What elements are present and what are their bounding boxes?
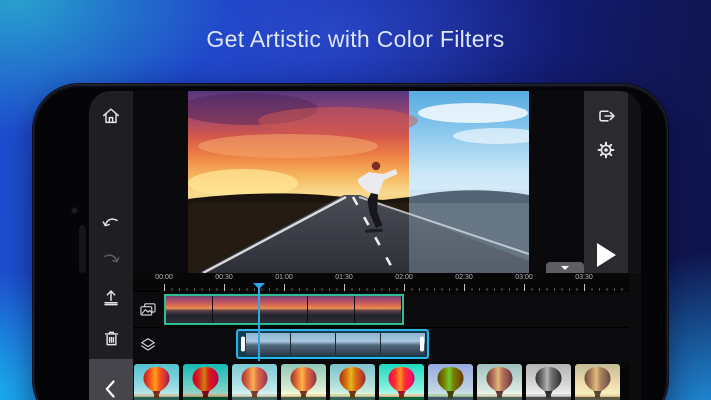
playhead-line[interactable] bbox=[258, 287, 260, 361]
ruler-timestamp: 00:30 bbox=[215, 274, 233, 281]
filter-item-matte[interactable]: Matte bbox=[428, 364, 473, 400]
gear-icon bbox=[594, 138, 618, 162]
banner-title: Get Artistic with Color Filters bbox=[0, 26, 711, 53]
effect-track-row bbox=[133, 327, 629, 362]
redo-icon bbox=[100, 249, 122, 271]
video-preview-area bbox=[133, 91, 584, 273]
filter-clip-thumbnail bbox=[291, 333, 336, 355]
right-gap bbox=[628, 91, 641, 273]
redo-button[interactable] bbox=[89, 243, 133, 277]
editor-app-screen: 00:00 00:30 01:00 01:30 02:00 02:30 03:00 03:30 bbox=[89, 91, 641, 400]
ruler-timestamp: 00:00 bbox=[155, 274, 173, 281]
undo-button[interactable] bbox=[89, 207, 133, 241]
video-preview-frame[interactable] bbox=[188, 91, 529, 273]
front-camera-icon bbox=[71, 207, 78, 214]
filter-item-coffee[interactable]: Coffee bbox=[281, 364, 326, 400]
media-track-icon bbox=[135, 292, 161, 328]
filter-item-modern[interactable]: Modern bbox=[379, 364, 424, 400]
delete-button[interactable] bbox=[89, 321, 133, 355]
speaker-slot bbox=[79, 225, 86, 273]
filter-clip-selected[interactable] bbox=[236, 329, 429, 359]
ruler-timestamp: 03:00 bbox=[515, 274, 533, 281]
trim-handle-right[interactable] bbox=[420, 337, 424, 352]
filter-item-crescent[interactable]: Crescent bbox=[134, 364, 179, 400]
produce-button[interactable] bbox=[584, 99, 628, 133]
filter-thumbnail bbox=[428, 364, 473, 400]
ruler-timestamp: 01:00 bbox=[275, 274, 293, 281]
filter-item-memory[interactable]: Memory bbox=[477, 364, 522, 400]
ruler-timestamp: 03:30 bbox=[575, 274, 593, 281]
filter-thumbnail bbox=[281, 364, 326, 400]
settings-button[interactable] bbox=[584, 133, 628, 167]
filter-thumbnail bbox=[134, 364, 179, 400]
upload-icon bbox=[100, 287, 122, 309]
filter-item-nostalgia[interactable]: Nostalgia bbox=[330, 364, 375, 400]
filter-clip-thumbnail bbox=[336, 333, 381, 355]
upload-button[interactable] bbox=[89, 281, 133, 315]
chevron-down-icon bbox=[561, 266, 569, 270]
layers-icon bbox=[135, 328, 161, 362]
video-clip-thumbnail bbox=[213, 296, 260, 323]
video-clip-thumbnail bbox=[260, 296, 307, 323]
undo-icon bbox=[100, 213, 122, 235]
video-clip-thumbnail bbox=[166, 296, 213, 323]
left-toolbar bbox=[89, 91, 133, 400]
filter-thumbnail bbox=[575, 364, 620, 400]
home-button[interactable] bbox=[89, 99, 133, 133]
video-track-row bbox=[133, 291, 629, 328]
filter-strip: Crescent Bloom Hippie Coffee bbox=[133, 363, 629, 400]
promo-banner: Get Artistic with Color Filters bbox=[0, 0, 711, 400]
filter-thumbnail bbox=[379, 364, 424, 400]
skater-preview-image bbox=[188, 91, 529, 273]
filter-clip-thumbnail bbox=[246, 333, 291, 355]
trash-icon bbox=[101, 328, 122, 349]
ruler-ticks bbox=[133, 284, 629, 291]
filter-thumbnail bbox=[330, 364, 375, 400]
home-icon bbox=[100, 105, 122, 127]
phone-mockup: 00:00 00:30 01:00 01:30 02:00 02:30 03:00 03:30 bbox=[33, 84, 668, 400]
ruler-timestamp: 01:30 bbox=[335, 274, 353, 281]
back-button[interactable] bbox=[89, 359, 133, 400]
filter-thumbnail bbox=[183, 364, 228, 400]
play-button[interactable] bbox=[597, 243, 616, 267]
export-icon bbox=[595, 105, 618, 128]
filter-item-ochre[interactable]: Ochre bbox=[575, 364, 620, 400]
video-clip-thumbnail bbox=[355, 296, 402, 323]
filter-item-hippie[interactable]: Hippie bbox=[232, 364, 277, 400]
ruler-timestamp: 02:00 bbox=[395, 274, 413, 281]
video-clip-thumbnail bbox=[308, 296, 355, 323]
filter-thumbnail bbox=[477, 364, 522, 400]
filter-clip-thumbnails bbox=[246, 333, 426, 355]
timeline-collapse-button[interactable] bbox=[546, 262, 584, 273]
ruler-timestamp: 02:30 bbox=[455, 274, 473, 281]
chevron-left-icon bbox=[101, 377, 121, 400]
filter-thumbnail bbox=[526, 364, 571, 400]
filter-item-bloom[interactable]: Bloom bbox=[183, 364, 228, 400]
trim-handle-left[interactable] bbox=[241, 337, 245, 352]
filter-item-noir[interactable]: Noir bbox=[526, 364, 571, 400]
video-clip[interactable] bbox=[164, 294, 404, 325]
filter-thumbnail bbox=[232, 364, 277, 400]
